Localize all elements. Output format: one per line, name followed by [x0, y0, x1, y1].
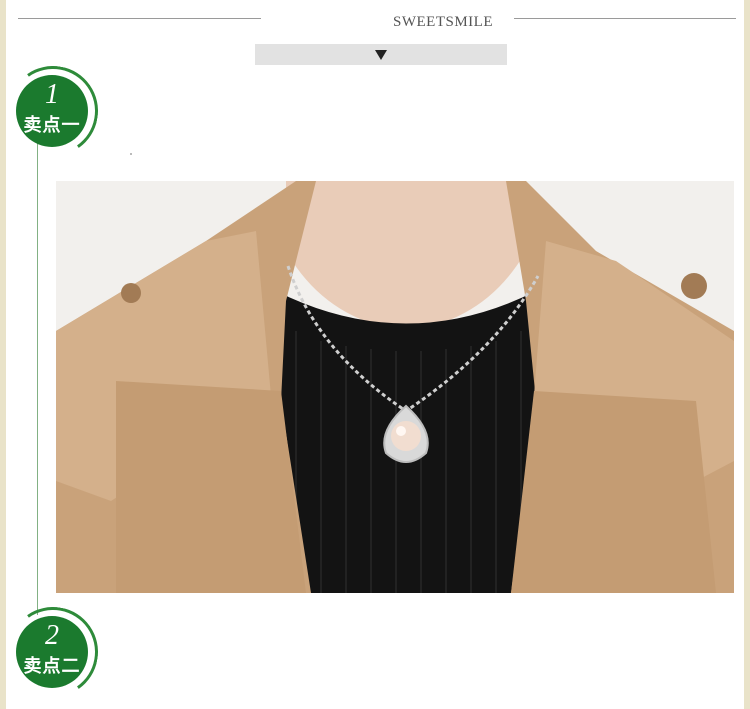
- header-rule-right: [514, 18, 736, 19]
- badge-label: 卖点一: [23, 115, 81, 135]
- badge-number: 2: [45, 620, 59, 651]
- selling-point-badge-1: 1 卖点一: [0, 58, 106, 164]
- header-rule-left: [18, 18, 261, 19]
- product-detail-page: SWEETSMILE 1 卖点一 2 卖点二: [0, 0, 744, 709]
- scroll-down-bar[interactable]: [255, 44, 507, 65]
- triangle-down-icon: [375, 49, 387, 60]
- decor-dot: [130, 153, 132, 155]
- product-photo-illustration: [56, 181, 734, 593]
- section-guide-line: [37, 140, 38, 615]
- badge-number: 1: [45, 79, 59, 110]
- pearl-pendant-necklace-photo: [56, 181, 734, 593]
- brand-title: SWEETSMILE: [393, 14, 493, 30]
- badge-disc: 1 卖点一: [16, 75, 88, 147]
- badge-label: 卖点二: [23, 656, 81, 676]
- badge-disc: 2 卖点二: [16, 616, 88, 688]
- selling-point-badge-2: 2 卖点二: [0, 599, 106, 705]
